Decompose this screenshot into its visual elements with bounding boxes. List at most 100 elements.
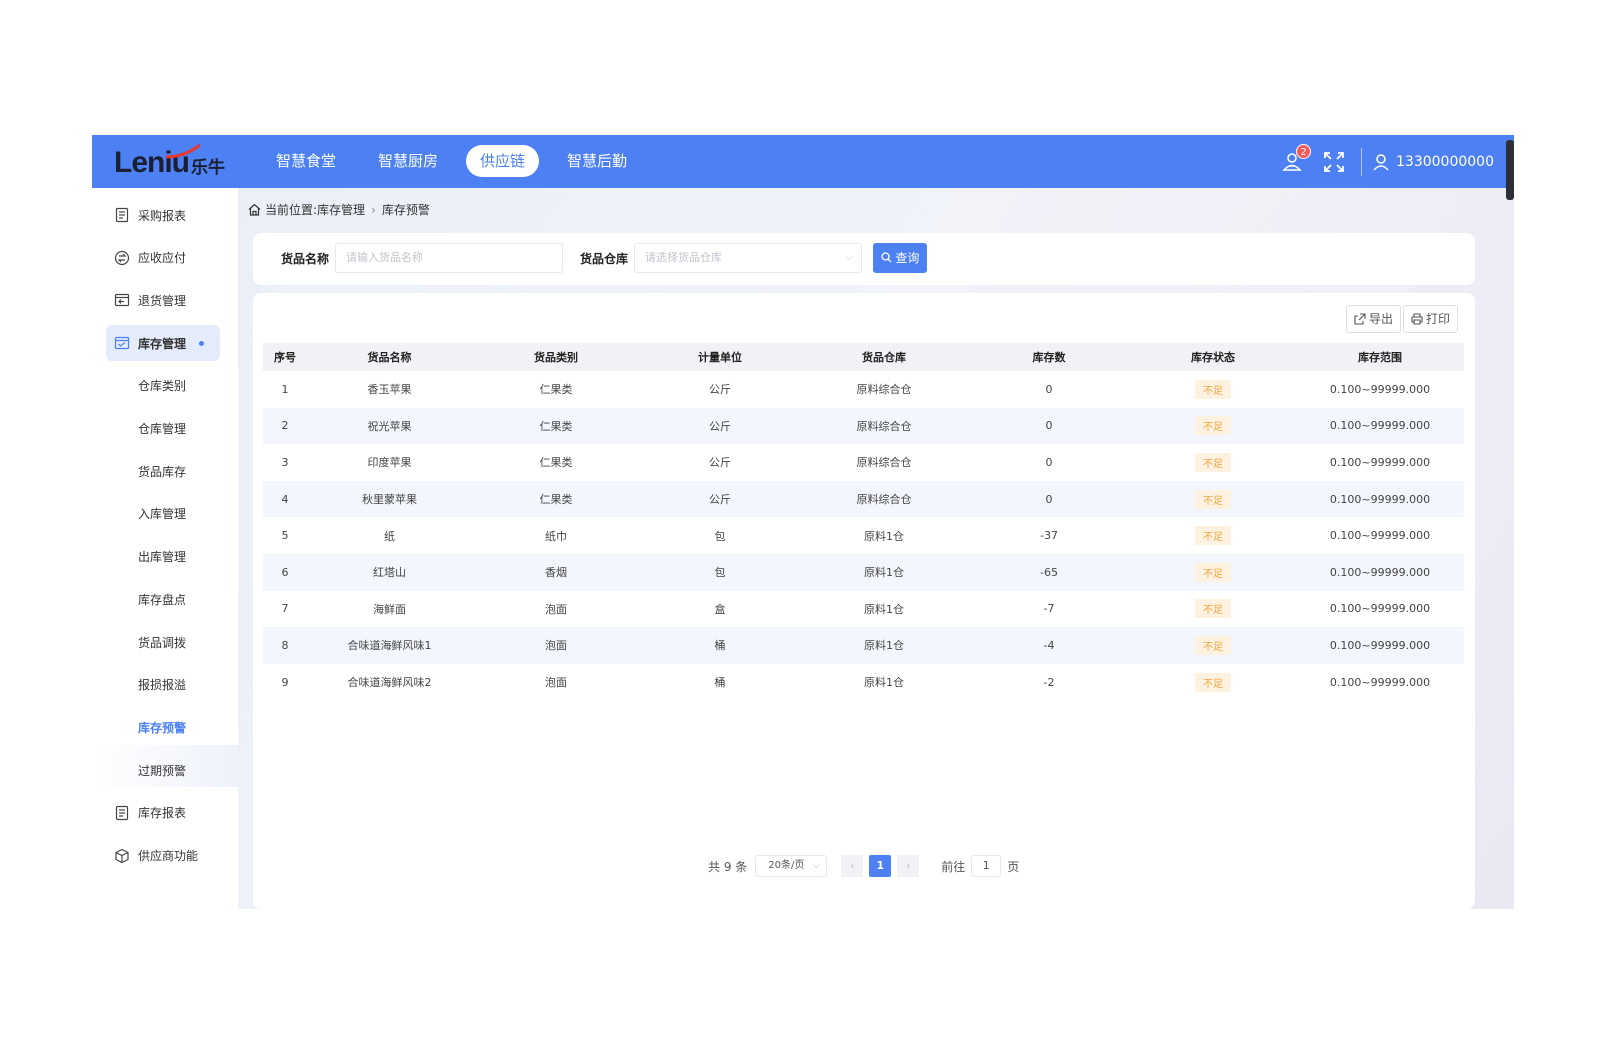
sidebar-item-sidebar-bottom_items-1[interactable]: 供应商功能 [92, 838, 238, 874]
print-label: 打印 [1426, 312, 1451, 326]
goods-name-placeholder: 请输入货品名称 [346, 251, 423, 264]
sidebar-item-sidebar-top_items-3[interactable]: 库存管理 [106, 325, 220, 362]
active-dot [199, 340, 204, 346]
table-row[interactable]: 3 印度苹果 仁果类 公斤 原料综合仓 0 不足 0.100~99999.000 [263, 444, 1464, 481]
notification-badge: 2 [1296, 143, 1312, 159]
sidebar-item-label: 供应商功能 [138, 849, 199, 863]
goods-name-input[interactable]: 请输入货品名称 [335, 243, 563, 273]
print-button[interactable]: 打印 [1403, 305, 1459, 333]
table-cell: 合味道海鲜风味1 [347, 639, 432, 653]
export-icon [1354, 313, 1366, 325]
column-header: 货品名称 [367, 351, 412, 364]
report-icon [115, 805, 129, 820]
table-row[interactable]: 1 香玉苹果 仁果类 公斤 原料综合仓 0 不足 0.100~99999.000 [263, 371, 1464, 408]
sidebar-subitem-7[interactable]: 报损报溢 [92, 667, 238, 703]
table-cell: 0 [1045, 419, 1053, 433]
table-cell: 0.100~99999.000 [1329, 492, 1431, 506]
table-cell: 祝光苹果 [367, 419, 412, 433]
sidebar-subitem-3[interactable]: 入库管理 [92, 496, 238, 532]
sidebar-subitem-2[interactable]: 货品库存 [92, 453, 238, 489]
next-page-button[interactable]: › [897, 855, 920, 877]
table-cell: 桶 [714, 676, 726, 690]
table-cell: 泡面 [545, 639, 567, 653]
fullscreen-icon[interactable] [1323, 151, 1345, 173]
page-number-current[interactable]: 1 [869, 855, 892, 877]
breadcrumb-prefix: 当前位置: [265, 203, 318, 217]
table-row[interactable]: 7 海鲜面 泡面 盒 原料1仓 -7 不足 0.100~99999.000 [263, 591, 1464, 628]
table-row[interactable]: 8 合味道海鲜风味1 泡面 桶 原料1仓 -4 不足 0.100~99999.000 [263, 627, 1464, 664]
breadcrumb: 当前位置: 库存管理 › 库存预警 [248, 201, 430, 218]
table-row[interactable]: 9 合味道海鲜风味2 泡面 桶 原料1仓 -2 不足 0.100~99999.000 [263, 664, 1464, 701]
export-button[interactable]: 导出 [1346, 305, 1402, 333]
table-cell: 0 [1045, 455, 1053, 469]
table-cell: 4 [281, 492, 289, 506]
sidebar-subitem-label: 过期预警 [138, 763, 187, 778]
goto-label: 前往 [941, 859, 966, 874]
logo-swoosh-icon [165, 143, 201, 159]
column-header: 库存数 [1032, 351, 1066, 364]
table-panel: 导出 打印 序号 货品名称 货品类别 计量单位 货品仓库 库存数 库存状态 库存范围 1 香玉苹… [253, 293, 1475, 909]
sidebar-item-sidebar-top_items-0[interactable]: 采购报表 [92, 197, 238, 233]
user-menu[interactable]: 13300000000 [1372, 153, 1494, 171]
sidebar-item-sidebar-bottom_items-0[interactable]: 库存报表 [92, 795, 238, 831]
column-header: 货品类别 [534, 351, 578, 364]
window-scroll-handle[interactable] [1506, 140, 1514, 200]
query-button[interactable]: 查询 [873, 243, 927, 273]
breadcrumb-level1[interactable]: 库存管理 [317, 201, 365, 218]
sidebar-subitem-label: 库存预警 [138, 720, 187, 735]
table-row[interactable]: 4 秋里蒙苹果 仁果类 公斤 原料综合仓 0 不足 0.100~99999.000 [263, 480, 1464, 518]
nav-item-0[interactable]: 智慧食堂 [262, 145, 350, 177]
sidebar-subitem-6[interactable]: 货品调拨 [92, 624, 238, 660]
table-row[interactable]: 6 红塔山 香烟 包 原料1仓 -65 不足 0.100~99999.000 [263, 553, 1464, 591]
cube-icon [115, 848, 129, 863]
table-header-row: 序号 货品名称 货品类别 计量单位 货品仓库 库存数 库存状态 库存范围 [263, 343, 1464, 371]
inventory-icon [114, 336, 130, 350]
breadcrumb-level2: 库存预警 [381, 203, 430, 217]
sidebar-subitem-5[interactable]: 库存盘点 [92, 581, 238, 617]
sidebar-subitem-label: 货品库存 [138, 464, 187, 479]
sidebar-subitem-label: 入库管理 [138, 507, 187, 522]
sidebar-subitem-4[interactable]: 出库管理 [92, 539, 238, 575]
table-row[interactable]: 2 祝光苹果 仁果类 公斤 原料综合仓 0 不足 0.100~99999.000 [263, 407, 1464, 445]
goods-name-label: 货品名称 [281, 252, 330, 266]
table-cell: 5 [281, 529, 289, 543]
table-cell: 7 [281, 602, 289, 616]
table-cell: 0 [1045, 492, 1053, 506]
prev-page-button[interactable]: ‹ [841, 855, 864, 877]
table-cell: -7 [1043, 602, 1055, 616]
sidebar-subitem-1[interactable]: 仓库管理 [92, 411, 238, 447]
nav-item-2[interactable]: 供应链 [466, 145, 540, 177]
goto-suffix: 页 [1007, 859, 1020, 874]
nav-item-1[interactable]: 智慧厨房 [364, 145, 452, 177]
status-cell: 不足 [1130, 481, 1296, 518]
table-cell: 盒 [714, 602, 726, 616]
notification-icon[interactable]: 2 [1281, 143, 1312, 173]
table-cell: 0.100~99999.000 [1329, 419, 1431, 433]
table-cell: 公斤 [709, 383, 731, 397]
stock-warning-table: 序号 货品名称 货品类别 计量单位 货品仓库 库存数 库存状态 库存范围 1 香玉苹果 仁果类 公斤… [263, 343, 1464, 700]
table-row[interactable]: 5 纸 纸巾 包 原料1仓 -37 不足 0.100~99999.000 [263, 517, 1464, 554]
goto-page-input[interactable]: 1 [971, 855, 1002, 877]
nav-item-3[interactable]: 智慧后勤 [553, 145, 641, 177]
sidebar-subitem-label: 出库管理 [138, 550, 187, 565]
status-badge: 不足 [1195, 599, 1231, 619]
chevron-down-icon: ⌵ [812, 860, 821, 871]
sidebar-subitem-label: 报损报溢 [138, 678, 187, 693]
sidebar-subitem-8[interactable]: 库存预警 [92, 709, 238, 745]
table-cell: 原料1仓 [864, 566, 904, 580]
table-cell: 泡面 [545, 602, 567, 616]
brand-logo[interactable]: Leniu 乐牛 [114, 143, 225, 179]
sidebar-subitem-0[interactable]: 仓库类别 [92, 368, 238, 404]
sidebar-item-sidebar-top_items-1[interactable]: 应收应付 [92, 240, 238, 276]
status-cell: 不足 [1130, 554, 1296, 591]
table-cell: 原料1仓 [864, 529, 904, 543]
status-badge: 不足 [1195, 379, 1231, 399]
warehouse-select[interactable]: 请选择货品仓库 ⌵ [634, 243, 862, 273]
table-cell: 0.100~99999.000 [1329, 638, 1431, 652]
table-cell: 原料1仓 [864, 602, 904, 616]
table-cell: 原料综合仓 [856, 419, 912, 433]
sidebar-item-label: 采购报表 [138, 208, 187, 223]
sidebar-subitem-9[interactable]: 过期预警 [92, 752, 238, 788]
sidebar-item-sidebar-top_items-2[interactable]: 退货管理 [92, 282, 238, 318]
page-size-select[interactable]: 20条/页 ⌵ [755, 855, 828, 877]
